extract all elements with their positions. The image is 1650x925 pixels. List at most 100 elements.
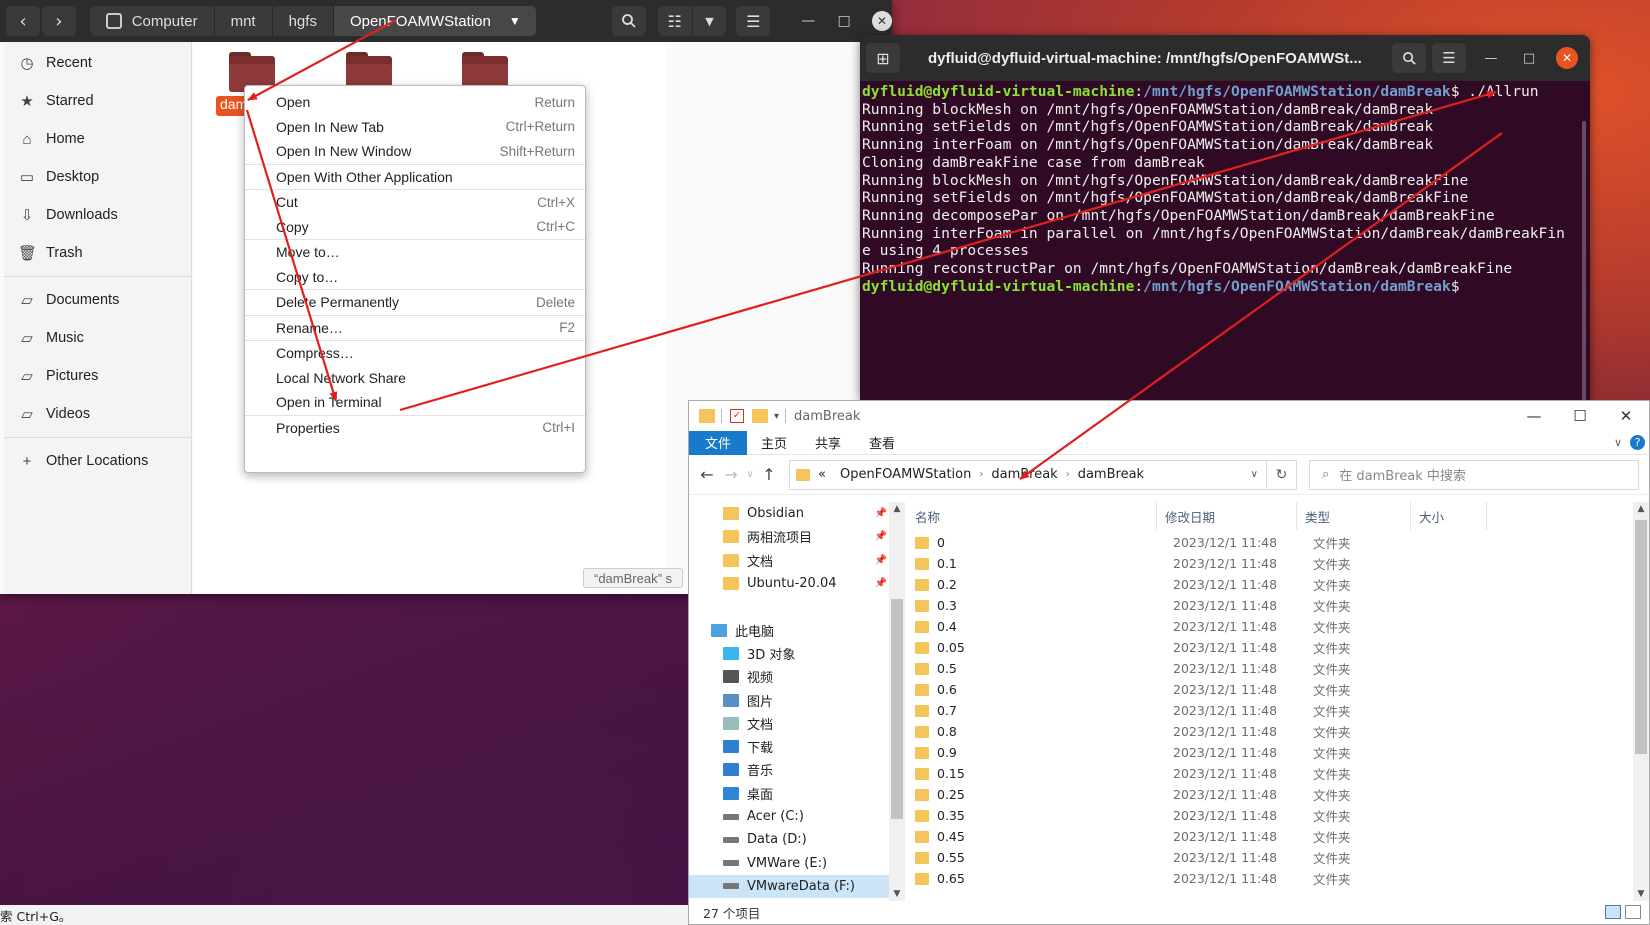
sidebar-item-recent[interactable]: ◷ Recent [4,44,191,82]
sidebar-item-desktop[interactable]: ▭ Desktop [4,158,191,196]
menu-item-open-in-terminal[interactable]: Open in Terminal [245,390,585,415]
details-view-icon[interactable] [1605,905,1621,919]
table-row[interactable]: 0.2 2023/12/1 11:48 文件夹 [907,574,1633,595]
menu-item-properties[interactable]: Properties Ctrl+I [245,416,585,441]
path-crumb-mnt[interactable]: mnt [215,6,273,36]
chevron-down-icon[interactable]: ∨ [1251,469,1258,480]
nav-item[interactable]: 音乐 [689,758,893,781]
table-row[interactable]: 0 2023/12/1 11:48 文件夹 [907,532,1633,553]
new-folder-icon[interactable] [752,409,768,423]
chevron-down-icon[interactable]: ∨ [1614,436,1622,449]
pin-icon[interactable]: 📌 [875,555,887,566]
new-tab-button[interactable]: ⊞ [866,43,900,73]
maximize-button[interactable]: □ [834,11,854,31]
column-date[interactable]: 修改日期 [1157,502,1297,530]
ribbon-tab-home[interactable]: 主页 [747,431,801,455]
nav-item[interactable]: 下载 [689,735,893,758]
nav-item[interactable]: VMwareData (F:) [689,874,893,899]
forward-button[interactable]: › [41,6,76,36]
pin-icon[interactable]: 📌 [875,531,887,542]
chevron-right-icon[interactable]: › [1066,469,1070,480]
table-row[interactable]: 0.9 2023/12/1 11:48 文件夹 [907,742,1633,763]
sidebar-item-documents[interactable]: ▱ Documents [4,281,191,319]
chevron-down-icon[interactable]: ▼ [509,14,521,28]
table-row[interactable]: 0.8 2023/12/1 11:48 文件夹 [907,721,1633,742]
minimize-button[interactable]: — [798,11,818,31]
menu-item-local-network-share[interactable]: Local Network Share [245,366,585,391]
scroll-thumb[interactable] [1635,520,1647,754]
nav-scrollbar[interactable]: ▲ ▼ [889,502,905,901]
terminal-search-button[interactable] [1392,43,1426,73]
properties-icon[interactable]: ✓ [730,409,744,423]
back-arrow-icon[interactable]: ← [695,465,719,484]
table-row[interactable]: 0.55 2023/12/1 11:48 文件夹 [907,847,1633,868]
nav-item[interactable]: 文档 📌 [689,549,893,572]
nav-item[interactable]: VMWare (E:) [689,851,893,874]
close-button[interactable]: ✕ [872,11,893,31]
recent-locations-icon[interactable]: ∨ [743,469,757,480]
nav-item[interactable]: 两相流项目 📌 [689,525,893,548]
table-row[interactable]: 0.15 2023/12/1 11:48 文件夹 [907,763,1633,784]
pin-icon[interactable]: 📌 [875,578,887,589]
nav-item[interactable]: 桌面 [689,782,893,805]
menu-item-open[interactable]: Open Return [245,90,585,115]
column-name[interactable]: 名称 [907,502,1157,530]
nav-item[interactable]: 此电脑 [689,618,893,641]
sidebar-item-pictures[interactable]: ▱ Pictures [4,357,191,395]
sidebar-item-downloads[interactable]: ⇩ Downloads [4,196,191,234]
sidebar-item-other-locations[interactable]: + Other Locations [4,442,191,480]
nav-item[interactable]: Obsidian 📌 [689,502,893,525]
nav-item[interactable]: Acer (C:) [689,805,893,828]
ribbon-tab-file[interactable]: 文件 [689,430,748,455]
menu-item-open-new-tab[interactable]: Open In New Tab Ctrl+Return [245,115,585,140]
terminal-menu-button[interactable]: ☰ [1432,43,1466,73]
minimize-button[interactable]: — [1511,407,1557,425]
address-segment[interactable]: OpenFOAMWStation [840,467,971,482]
help-icon[interactable]: ? [1630,435,1645,450]
sidebar-item-music[interactable]: ▱ Music [4,319,191,357]
table-row[interactable]: 0.25 2023/12/1 11:48 文件夹 [907,784,1633,805]
minimize-button[interactable]: — [1480,51,1502,66]
terminal-scrollbar[interactable] [1582,121,1586,400]
column-size[interactable]: 大小 [1411,502,1487,530]
sidebar-item-videos[interactable]: ▱ Videos [4,395,191,433]
scroll-up-icon[interactable]: ▲ [889,504,905,514]
ribbon-tab-share[interactable]: 共享 [801,431,855,455]
scroll-up-icon[interactable]: ▲ [1633,504,1649,514]
table-row[interactable]: 0.1 2023/12/1 11:48 文件夹 [907,553,1633,574]
nav-item[interactable]: Data (D:) [689,828,893,851]
table-row[interactable]: 0.6 2023/12/1 11:48 文件夹 [907,679,1633,700]
file-scrollbar[interactable]: ▲ ▼ [1633,502,1649,901]
view-options-button[interactable]: ▼ [692,6,727,36]
menu-item-cut[interactable]: Cut Ctrl+X [245,190,585,215]
path-crumb-computer[interactable]: Computer [90,6,215,36]
search-button[interactable] [611,6,646,36]
ribbon-tab-view[interactable]: 查看 [855,431,909,455]
nav-item[interactable]: 视频 [689,665,893,688]
pin-icon[interactable]: 📌 [875,508,887,519]
refresh-button[interactable]: ↻ [1267,459,1297,490]
nav-item[interactable]: 图片 [689,688,893,711]
menu-item-copy[interactable]: Copy Ctrl+C [245,215,585,240]
table-row[interactable]: 0.5 2023/12/1 11:48 文件夹 [907,658,1633,679]
close-button[interactable]: ✕ [1603,407,1649,425]
menu-item-delete-permanently[interactable]: Delete Permanently Delete [245,290,585,315]
menu-button[interactable]: ☰ [736,6,771,36]
nav-item[interactable]: Ubuntu-20.04 📌 [689,572,893,595]
chevron-right-icon[interactable]: › [979,469,983,480]
table-row[interactable]: 0.3 2023/12/1 11:48 文件夹 [907,595,1633,616]
address-bar[interactable]: « OpenFOAMWStation › damBreak › damBreak… [789,459,1267,490]
table-row[interactable]: 0.65 2023/12/1 11:48 文件夹 [907,868,1633,889]
maximize-button[interactable]: □ [1518,51,1540,66]
scroll-thumb[interactable] [891,599,903,819]
sidebar-item-trash[interactable]: 🗑 Trash [4,234,191,272]
maximize-button[interactable]: ☐ [1557,407,1603,425]
folder-icon[interactable] [346,52,392,92]
address-segment[interactable]: damBreak [991,467,1057,482]
up-arrow-icon[interactable]: ↑ [757,465,781,484]
table-row[interactable]: 0.35 2023/12/1 11:48 文件夹 [907,805,1633,826]
folder-icon[interactable] [462,52,508,92]
menu-item-open-with[interactable]: Open With Other Application [245,165,585,190]
table-row[interactable]: 0.7 2023/12/1 11:48 文件夹 [907,700,1633,721]
path-crumb-hgfs[interactable]: hgfs [273,6,334,36]
